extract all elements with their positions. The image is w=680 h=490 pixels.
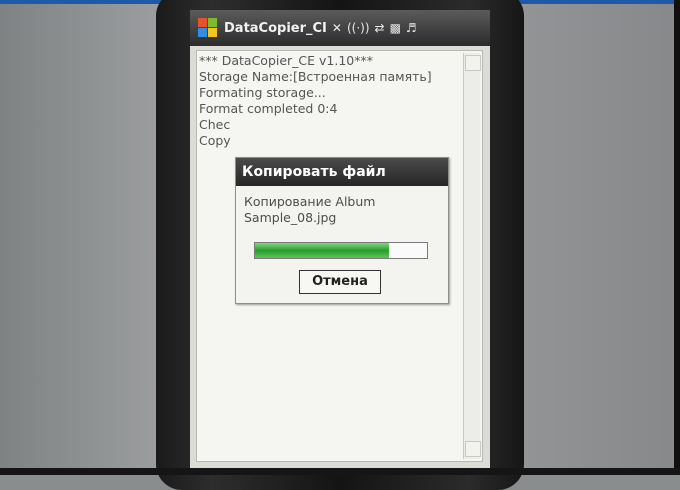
progress-fill bbox=[255, 243, 390, 258]
app-title: DataCopier_CI bbox=[224, 20, 327, 36]
signal-icon[interactable]: ▩ bbox=[390, 21, 401, 35]
device-screen: DataCopier_CI ✕ ((·)) ⇄ ▩ ♬ *** DataCopi… bbox=[190, 10, 490, 468]
log-line: Storage Name:[Встроенная память] bbox=[199, 69, 432, 84]
vertical-scrollbar[interactable] bbox=[463, 53, 481, 459]
copy-file-dialog: Копировать файл Копирование Album Sample… bbox=[235, 157, 449, 304]
log-panel: *** DataCopier_CE v1.10*** Storage Name:… bbox=[196, 50, 483, 462]
log-line: *** DataCopier_CE v1.10*** bbox=[199, 53, 374, 68]
frame-border-right bbox=[674, 0, 680, 475]
log-line: Copy bbox=[199, 133, 231, 148]
copy-progress-bar bbox=[254, 242, 428, 259]
wifi-icon[interactable]: ((·)) bbox=[347, 21, 370, 35]
log-line: Formating storage... bbox=[199, 85, 326, 100]
status-bar: DataCopier_CI ✕ ((·)) ⇄ ▩ ♬ bbox=[190, 10, 490, 46]
frame-border-bottom bbox=[0, 468, 680, 475]
log-text: *** DataCopier_CE v1.10*** Storage Name:… bbox=[199, 53, 457, 149]
dialog-title: Копировать файл bbox=[236, 158, 448, 186]
windows-flag-icon[interactable] bbox=[198, 18, 218, 38]
cancel-button[interactable]: Отмена bbox=[299, 270, 381, 294]
sync-icon[interactable]: ⇄ bbox=[375, 21, 385, 35]
scroll-up-button[interactable] bbox=[465, 55, 481, 71]
dialog-message: Копирование Album Sample_08.jpg bbox=[244, 194, 376, 225]
connectivity-icon[interactable]: ✕ bbox=[332, 21, 342, 35]
volume-icon[interactable]: ♬ bbox=[406, 21, 417, 35]
scroll-down-button[interactable] bbox=[465, 441, 481, 457]
log-line: Format completed 0:4 bbox=[199, 101, 338, 116]
log-line: Chec bbox=[199, 117, 231, 132]
